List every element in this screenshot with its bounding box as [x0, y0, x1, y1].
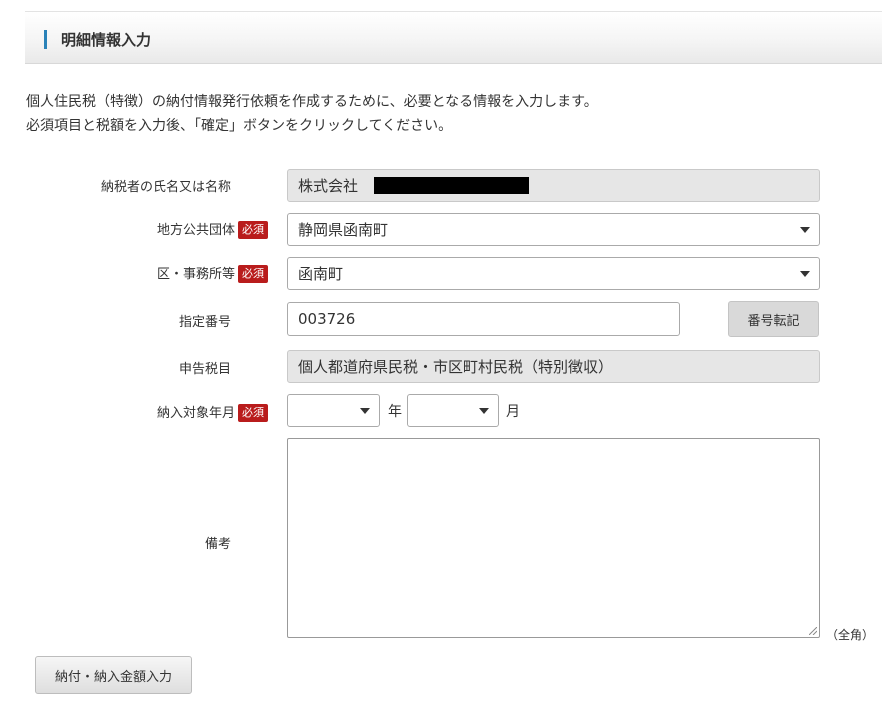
- designated-number-label-text: 指定番号: [178, 315, 231, 330]
- required-badge: 必須: [238, 221, 268, 239]
- intro-text: 個人住民税（特徴）の納付情報発行依頼を作成するために、必要となる情報を入力します…: [26, 90, 598, 138]
- office-value: 函南町: [298, 265, 344, 283]
- chevron-down-icon: [360, 407, 370, 414]
- intro-line-2: 必須項目と税額を入力後、「確定」ボタンをクリックしてください。: [26, 118, 453, 134]
- period-label: 納入対象年月 必須: [157, 402, 268, 422]
- section-header: 明細情報入力: [25, 11, 882, 64]
- remarks-textarea[interactable]: [287, 438, 820, 638]
- intro-line-1: 個人住民税（特徴）の納付情報発行依頼を作成するために、必要となる情報を入力します…: [26, 94, 598, 110]
- municipality-label: 地方公共団体 必須: [157, 219, 268, 239]
- month-select[interactable]: [407, 394, 499, 427]
- remarks-label: 備考: [205, 533, 231, 552]
- chevron-down-icon: [800, 226, 810, 233]
- designated-number-label: 指定番号: [179, 311, 231, 330]
- required-badge: 必須: [238, 265, 268, 283]
- office-label-text: 区・事務所等: [156, 267, 235, 282]
- period-label-text: 納入対象年月: [156, 406, 235, 421]
- year-select[interactable]: [287, 394, 380, 427]
- amount-input-button[interactable]: 納付・納入金額入力: [35, 656, 192, 694]
- remarks-note: （全角）: [826, 628, 875, 642]
- year-unit: 年: [388, 404, 402, 420]
- section-accent-bar: [44, 30, 47, 49]
- taxpayer-value: 株式会社: [298, 177, 359, 195]
- required-badge: 必須: [238, 404, 268, 422]
- copy-number-button[interactable]: 番号転記: [728, 301, 819, 337]
- redacted-block: [374, 177, 530, 194]
- office-label: 区・事務所等 必須: [157, 263, 268, 283]
- municipality-value: 静岡県函南町: [298, 221, 389, 239]
- tax-item-label-text: 申告税目: [178, 362, 231, 377]
- taxpayer-label-text: 納税者の氏名又は名称: [100, 180, 231, 195]
- section-title: 明細情報入力: [61, 31, 152, 49]
- municipality-label-text: 地方公共団体: [156, 223, 235, 238]
- chevron-down-icon: [800, 270, 810, 277]
- resize-grip-icon[interactable]: [809, 627, 817, 635]
- tax-item-value: 個人都道府県民税・市区町村民税（特別徴収）: [298, 358, 614, 376]
- remarks-label-text: 備考: [204, 537, 231, 552]
- tax-item-label: 申告税目: [179, 358, 231, 377]
- taxpayer-field: 株式会社: [287, 169, 820, 202]
- designated-number-value: 003726: [298, 310, 356, 328]
- designated-number-input[interactable]: 003726: [287, 302, 680, 336]
- month-unit: 月: [506, 404, 520, 420]
- tax-item-field: 個人都道府県民税・市区町村民税（特別徴収）: [287, 350, 820, 383]
- office-select[interactable]: 函南町: [287, 257, 820, 290]
- municipality-select[interactable]: 静岡県函南町: [287, 213, 820, 246]
- taxpayer-label: 納税者の氏名又は名称: [101, 176, 231, 195]
- chevron-down-icon: [479, 407, 489, 414]
